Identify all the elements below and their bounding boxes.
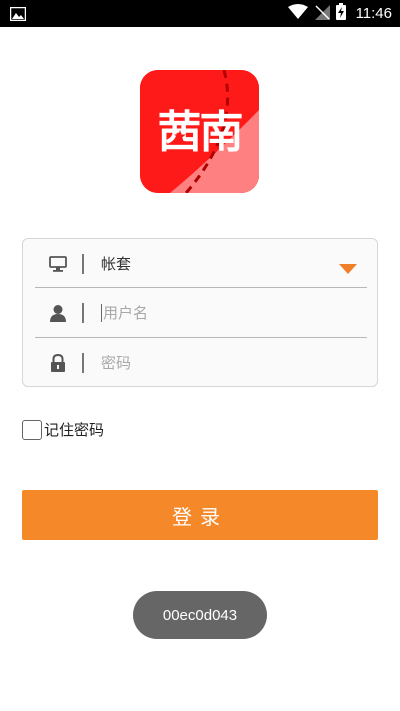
triangle-down-icon[interactable]	[339, 259, 357, 278]
password-field[interactable]: 密码	[35, 338, 367, 387]
logo-text: 茜南	[157, 107, 244, 158]
status-bar: 11:46	[0, 0, 400, 27]
separator	[82, 253, 84, 274]
wifi-icon	[287, 3, 308, 24]
text-cursor	[101, 303, 102, 322]
username-input[interactable]: 用户名	[103, 302, 148, 323]
app-logo: 茜南	[140, 70, 259, 193]
account-value: 帐套	[101, 255, 132, 273]
login-button[interactable]: 登录	[22, 490, 378, 540]
separator	[82, 352, 84, 373]
toast-message: 00ec0d043	[133, 591, 267, 639]
image-icon	[9, 6, 27, 25]
lock-icon	[46, 353, 70, 372]
remember-label: 记住密码	[44, 421, 105, 439]
clock: 11:46	[355, 5, 392, 22]
separator	[82, 302, 84, 323]
remember-checkbox[interactable]	[22, 419, 42, 440]
user-icon	[46, 304, 70, 322]
signal-off-icon	[314, 4, 330, 24]
username-field[interactable]: 用户名	[35, 288, 367, 337]
monitor-icon	[46, 255, 70, 272]
password-input[interactable]: 密码	[101, 352, 131, 373]
login-form: 帐套 用户名 密码	[22, 238, 378, 387]
battery-charging-icon	[335, 3, 346, 24]
account-select[interactable]: 帐套	[35, 239, 367, 288]
remember-password[interactable]: 记住密码	[22, 419, 104, 440]
